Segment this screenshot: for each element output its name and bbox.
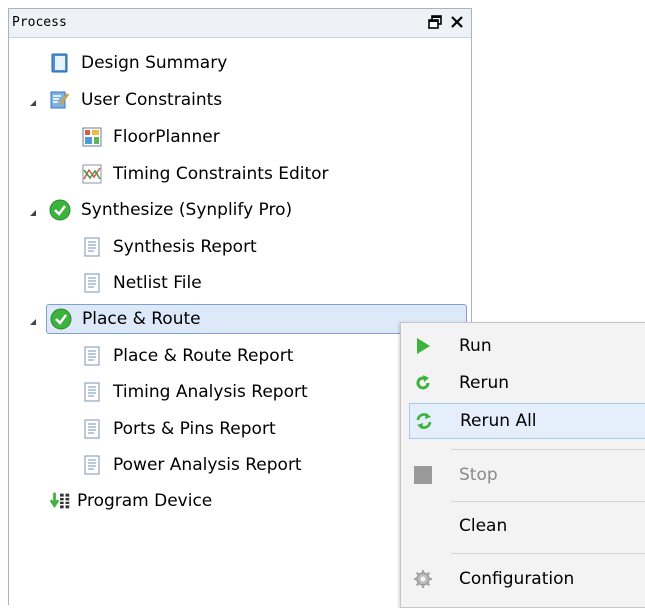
menu-item-rerun-all[interactable]: Rerun All xyxy=(409,403,645,439)
stop-icon xyxy=(411,463,435,487)
tree-item-label: Place & Route Report xyxy=(113,346,294,366)
menu-item-label: Rerun All xyxy=(460,411,537,431)
menu-item-rerun[interactable]: Rerun xyxy=(401,366,645,400)
menu-item-label: Rerun xyxy=(459,373,510,393)
report-icon xyxy=(81,418,103,440)
tree-item-label: Program Device xyxy=(77,491,213,511)
menu-item-label: Stop xyxy=(459,465,498,485)
tree-item-power-analysis-report[interactable]: Power Analysis Report xyxy=(81,450,302,480)
menu-separator xyxy=(451,553,645,554)
menu-item-configuration[interactable]: Configuration xyxy=(401,562,645,596)
menu-item-label: Run xyxy=(459,336,492,356)
design-summary-icon xyxy=(49,52,71,74)
tree-item-label: Ports & Pins Report xyxy=(113,419,276,439)
tree-item-user-constraints[interactable]: User Constraints xyxy=(49,85,222,115)
tree-item-design-summary[interactable]: Design Summary xyxy=(49,48,227,78)
check-circle-icon xyxy=(50,308,72,330)
collapse-triangle-icon[interactable] xyxy=(28,98,38,108)
tree-item-label: Timing Constraints Editor xyxy=(113,164,329,184)
tree-item-place-route-report[interactable]: Place & Route Report xyxy=(81,341,293,371)
rerun-icon xyxy=(411,371,435,395)
tree-item-label: Synthesis Report xyxy=(113,237,257,257)
rerun-all-icon xyxy=(412,409,436,433)
tree-item-label: Synthesize (Synplify Pro) xyxy=(81,200,293,220)
tree-item-program-device[interactable]: Program Device xyxy=(49,486,212,516)
collapse-triangle-icon[interactable] xyxy=(28,317,38,327)
tree-item-label: Timing Analysis Report xyxy=(113,382,308,402)
program-device-icon xyxy=(49,490,71,512)
menu-separator xyxy=(451,449,645,450)
tree-item-label: Design Summary xyxy=(81,53,228,73)
menu-item-label: Configuration xyxy=(459,569,575,589)
close-icon[interactable] xyxy=(449,13,465,31)
report-icon xyxy=(81,236,103,258)
menu-separator xyxy=(451,501,645,502)
report-icon xyxy=(81,381,103,403)
tree-item-label: Place & Route xyxy=(82,309,201,329)
tree-item-label: FloorPlanner xyxy=(113,127,220,147)
tree-item-label: Power Analysis Report xyxy=(113,455,302,475)
report-icon xyxy=(81,345,103,367)
play-icon xyxy=(411,334,435,358)
tree-item-synthesis-report[interactable]: Synthesis Report xyxy=(81,232,257,262)
gear-icon xyxy=(411,567,435,591)
panel-titlebar: Process xyxy=(9,9,471,38)
context-menu: Run Rerun Rerun All Stop Clean Configura… xyxy=(400,322,645,608)
tree-item-ports-pins-report[interactable]: Ports & Pins Report xyxy=(81,414,276,444)
panel-title: Process xyxy=(12,15,67,30)
report-icon xyxy=(81,454,103,476)
report-icon xyxy=(81,272,103,294)
menu-item-run[interactable]: Run xyxy=(401,329,645,363)
float-window-icon[interactable] xyxy=(427,13,443,31)
collapse-triangle-icon[interactable] xyxy=(28,208,38,218)
tree-item-timing-constraints-editor[interactable]: Timing Constraints Editor xyxy=(81,159,329,189)
tree-item-netlist-file[interactable]: Netlist File xyxy=(81,268,202,298)
user-constraints-icon xyxy=(49,89,71,111)
tree-item-floorplanner[interactable]: FloorPlanner xyxy=(81,122,220,152)
check-circle-icon xyxy=(49,199,71,221)
timing-editor-icon xyxy=(81,163,103,185)
tree-item-label: User Constraints xyxy=(81,90,223,110)
tree-item-synthesize[interactable]: Synthesize (Synplify Pro) xyxy=(49,195,292,225)
menu-item-label: Clean xyxy=(459,516,508,536)
menu-item-clean[interactable]: Clean xyxy=(401,509,645,543)
menu-item-stop[interactable]: Stop xyxy=(401,458,645,492)
tree-item-timing-analysis-report[interactable]: Timing Analysis Report xyxy=(81,377,308,407)
floorplanner-icon xyxy=(81,126,103,148)
tree-item-label: Netlist File xyxy=(113,273,202,293)
